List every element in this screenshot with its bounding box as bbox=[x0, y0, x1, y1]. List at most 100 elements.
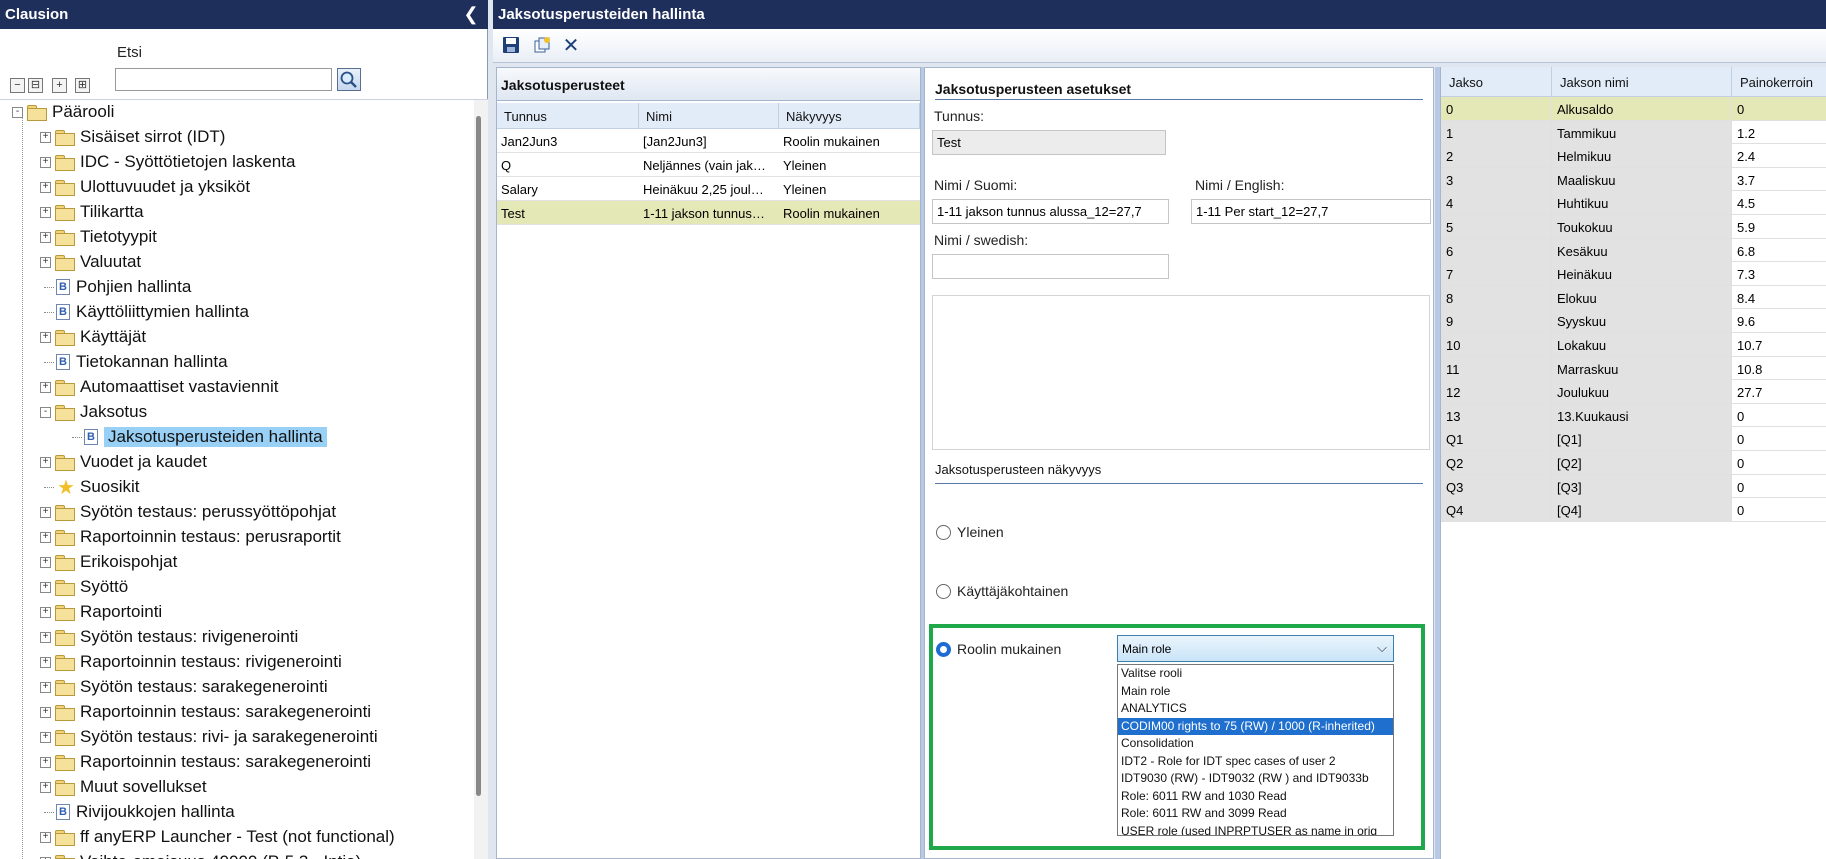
role-dropdown[interactable]: Main role ⌵ bbox=[1117, 635, 1394, 662]
cell-paino[interactable]: 10.8 bbox=[1732, 357, 1826, 380]
tree-item[interactable]: + Raportoinnin testaus: sarakegenerointi bbox=[40, 750, 371, 774]
expand-all-icon[interactable]: ⊞ bbox=[75, 78, 90, 93]
save-button[interactable] bbox=[499, 33, 523, 57]
tree-item[interactable]: + Syötön testaus: perussyöttöpohjat bbox=[40, 500, 336, 524]
tree-item[interactable]: B Tietokannan hallinta bbox=[40, 350, 228, 374]
cell-paino[interactable]: 1.2 bbox=[1732, 121, 1826, 144]
cell-paino[interactable]: 5.9 bbox=[1732, 215, 1826, 238]
tree-item[interactable]: + Syötön testaus: sarakegenerointi bbox=[40, 675, 328, 699]
table-row[interactable]: 11 Marraskuu 10.8 bbox=[1441, 356, 1826, 381]
role-option[interactable]: Valitse rooli bbox=[1118, 665, 1393, 683]
column-header-jakso[interactable]: Jakso bbox=[1441, 67, 1552, 97]
role-option[interactable]: Role: 6011 RW and 1030 Read bbox=[1118, 788, 1393, 806]
table-row[interactable]: 0 Alkusaldo 0 bbox=[1441, 97, 1826, 121]
tree-item[interactable]: B Pohjien hallinta bbox=[40, 275, 191, 299]
table-row[interactable]: 12 Joulukuu 27.7 bbox=[1441, 380, 1826, 404]
expand-icon[interactable]: + bbox=[40, 156, 51, 168]
table-row[interactable]: Q4 [Q4] 0 bbox=[1441, 498, 1826, 522]
expand-icon[interactable]: + bbox=[40, 581, 51, 593]
radio-general[interactable] bbox=[936, 525, 951, 540]
table-row[interactable]: 2 Helmikuu 2.4 bbox=[1441, 144, 1826, 168]
role-option[interactable]: Main role bbox=[1118, 683, 1393, 701]
tree-item[interactable]: + Syötön testaus: rivi- ja sarakegeneroin… bbox=[40, 725, 378, 749]
table-row[interactable]: 13 13.Kuukausi 0 bbox=[1441, 403, 1826, 428]
tree-item[interactable]: + Raportoinnin testaus: perusraportit bbox=[40, 525, 341, 549]
expand-icon[interactable]: + bbox=[40, 556, 51, 568]
radio-general-label[interactable]: Yleinen bbox=[957, 524, 1004, 540]
cell-paino[interactable]: 3.7 bbox=[1732, 168, 1826, 191]
tree-item[interactable]: + Tietotyypit bbox=[40, 225, 157, 249]
tree-scrollbar-thumb[interactable] bbox=[476, 116, 481, 796]
column-header-painokerroin[interactable]: Painokerroin bbox=[1732, 67, 1826, 97]
tree-item[interactable]: + Erikoispohjat bbox=[40, 550, 177, 574]
cell-paino[interactable]: 0 bbox=[1732, 404, 1826, 427]
tree-item[interactable]: + ff anyERP Launcher - Test (not function… bbox=[40, 825, 395, 849]
collapse-all-icon[interactable]: − bbox=[10, 78, 25, 93]
table-row[interactable]: 3 Maaliskuu 3.7 bbox=[1441, 167, 1826, 192]
table-row[interactable]: Q Neljännes (vain jak… Yleinen bbox=[497, 153, 920, 177]
table-row[interactable]: Q1 [Q1] 0 bbox=[1441, 427, 1826, 451]
cell-paino[interactable]: 8.4 bbox=[1732, 286, 1826, 309]
expand-icon[interactable]: + bbox=[40, 456, 51, 468]
radio-user-specific[interactable] bbox=[936, 584, 951, 599]
tree-item[interactable]: + Muut sovellukset bbox=[40, 775, 207, 799]
table-row[interactable]: 9 Syyskuu 9.6 bbox=[1441, 309, 1826, 333]
role-option[interactable]: Consolidation bbox=[1118, 735, 1393, 753]
expand-icon[interactable]: + bbox=[40, 256, 51, 268]
expand-icon[interactable]: + bbox=[52, 78, 67, 93]
expand-icon[interactable]: + bbox=[40, 781, 51, 793]
role-option[interactable]: ANALYTICS bbox=[1118, 700, 1393, 718]
tree-item[interactable]: B Rivijoukkojen hallinta bbox=[40, 800, 235, 824]
copy-button[interactable] bbox=[530, 33, 554, 57]
cell-paino[interactable]: 4.5 bbox=[1732, 191, 1826, 214]
tree-item[interactable]: + Raportoinnin testaus: sarakegenerointi bbox=[40, 700, 371, 724]
tree-item[interactable]: - Jaksotus bbox=[40, 400, 147, 424]
tree-item[interactable]: + Käyttäjät bbox=[40, 325, 146, 349]
table-row[interactable]: 10 Lokakuu 10.7 bbox=[1441, 333, 1826, 357]
column-header-jakson-nimi[interactable]: Jakson nimi bbox=[1552, 67, 1732, 97]
cell-paino[interactable]: 9.6 bbox=[1732, 309, 1826, 332]
tree-item[interactable]: + Raportoinnin testaus: rivigenerointi bbox=[40, 650, 342, 674]
table-row[interactable]: Q3 [Q3] 0 bbox=[1441, 474, 1826, 499]
cell-paino[interactable]: 0 bbox=[1732, 427, 1826, 450]
cell-paino[interactable]: 0 bbox=[1732, 451, 1826, 474]
tree-item[interactable]: + Raportointi bbox=[40, 600, 162, 624]
search-input[interactable] bbox=[115, 68, 332, 91]
expand-icon[interactable]: + bbox=[40, 206, 51, 218]
cell-paino[interactable]: 0 bbox=[1732, 498, 1826, 521]
column-header-nimi[interactable]: Nimi bbox=[639, 103, 779, 129]
expand-icon[interactable]: + bbox=[40, 681, 51, 693]
tree-item[interactable]: - Päärooli bbox=[12, 100, 114, 124]
tree-item[interactable]: + Syöttö bbox=[40, 575, 128, 599]
tree-item[interactable]: + IDC - Syöttötietojen laskenta bbox=[40, 150, 295, 174]
cell-paino[interactable]: 27.7 bbox=[1732, 380, 1826, 403]
role-option[interactable]: CODIM00 rights to 75 (RW) / 1000 (R-inhe… bbox=[1118, 717, 1393, 735]
collapse-level-icon[interactable]: ⊟ bbox=[28, 78, 43, 93]
tree-item[interactable]: +Vaihto-omaisuus 40000 (P-5.3 - Intia) bbox=[40, 850, 361, 859]
expand-icon[interactable]: + bbox=[40, 656, 51, 668]
table-row[interactable]: Salary Heinäkuu 2,25 joul… Yleinen bbox=[497, 177, 920, 201]
tree-item[interactable]: + Syötön testaus: rivigenerointi bbox=[40, 625, 298, 649]
expand-icon[interactable]: + bbox=[40, 131, 51, 143]
collapse-panel-button[interactable]: ❮ bbox=[461, 4, 481, 24]
column-header-tunnus[interactable]: Tunnus bbox=[497, 103, 639, 129]
expand-icon[interactable]: + bbox=[40, 731, 51, 743]
tree-item[interactable]: + Sisäiset sirrot (IDT) bbox=[40, 125, 225, 149]
expand-icon[interactable]: + bbox=[40, 706, 51, 718]
expand-icon[interactable]: + bbox=[40, 331, 51, 343]
table-row[interactable]: 4 Huhtikuu 4.5 bbox=[1441, 191, 1826, 215]
table-row[interactable]: 1 Tammikuu 1.2 bbox=[1441, 120, 1826, 145]
role-option[interactable]: Role: 6011 RW and 3099 Read bbox=[1118, 805, 1393, 823]
radio-role-based-label[interactable]: Roolin mukainen bbox=[957, 641, 1061, 657]
cell-paino[interactable]: 10.7 bbox=[1732, 333, 1826, 356]
expand-icon[interactable]: + bbox=[40, 506, 51, 518]
table-row[interactable]: Q2 [Q2] 0 bbox=[1441, 451, 1826, 475]
table-row[interactable]: 5 Toukokuu 5.9 bbox=[1441, 215, 1826, 239]
delete-button[interactable]: ✕ bbox=[559, 33, 583, 57]
cell-paino[interactable]: 0 bbox=[1732, 97, 1826, 120]
search-button[interactable] bbox=[337, 68, 361, 91]
radio-role-based[interactable] bbox=[936, 642, 951, 657]
expand-icon[interactable]: + bbox=[40, 756, 51, 768]
table-row[interactable]: 7 Heinäkuu 7.3 bbox=[1441, 262, 1826, 286]
table-row[interactable]: Jan2Jun3 [Jan2Jun3] Roolin mukainen bbox=[497, 129, 920, 153]
